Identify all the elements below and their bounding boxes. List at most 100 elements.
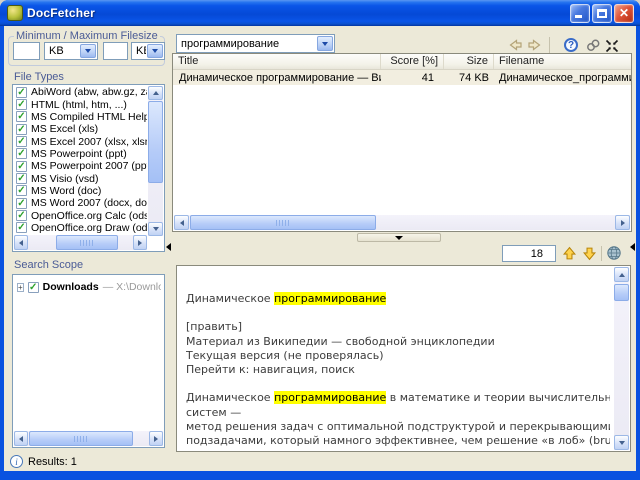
file-type-item[interactable]: ✓HTML (html, htm, ...) (14, 98, 147, 110)
scroll-down-icon[interactable] (614, 435, 629, 450)
file-type-item[interactable]: ✓MS Compiled HTML Help (chm) (14, 111, 147, 123)
search-input[interactable] (177, 38, 316, 50)
file-type-label: OpenOffice.org Draw (odg, (31, 222, 147, 234)
file-type-item[interactable]: ✓MS Excel (xls) (14, 123, 147, 135)
splitter-collapse-button[interactable] (357, 233, 441, 242)
back-icon[interactable] (507, 37, 523, 53)
preview-segment: Материал из Википедии — свободной энцикл… (186, 335, 495, 348)
chevron-down-icon[interactable] (147, 44, 163, 58)
scrollbar-thumb[interactable] (190, 215, 376, 230)
file-types-listbox[interactable]: ✓ AbiWord (abw, abw.gz, zabw)✓HTML (html,… (12, 84, 165, 252)
checkbox-checked-icon[interactable]: ✓ (16, 185, 27, 196)
file-type-item[interactable]: ✓MS Powerpoint 2007 (pptx, (14, 160, 147, 172)
chevron-down-icon[interactable] (317, 36, 333, 51)
results-hscrollbar[interactable] (174, 215, 630, 230)
checkbox-checked-icon[interactable]: ✓ (16, 87, 27, 98)
column-header-filename[interactable]: Filename (494, 54, 631, 69)
max-filesize-input[interactable] (103, 42, 128, 60)
results-table[interactable]: Title Score [%] Size Filename Динамическ… (172, 53, 632, 232)
checkbox-checked-icon[interactable]: ✓ (16, 222, 27, 233)
checkbox-checked-icon[interactable]: ✓ (16, 198, 27, 209)
maximize-button[interactable] (592, 4, 612, 23)
scroll-left-icon[interactable] (174, 215, 189, 230)
min-filesize-input[interactable] (13, 42, 40, 60)
file-type-item[interactable]: ✓OpenOffice.org Calc (ods, (14, 209, 147, 221)
scroll-left-icon[interactable] (14, 235, 28, 250)
search-scope-hscrollbar[interactable] (14, 431, 163, 446)
window-title: DocFetcher (27, 6, 95, 20)
file-type-item[interactable]: ✓ OpenOffice.org Draw (odg, (14, 222, 147, 234)
scrollbar-thumb[interactable] (614, 284, 629, 301)
help-icon[interactable]: ? (564, 38, 578, 52)
preview-line: Текущая версия (не проверялась) (186, 349, 610, 363)
file-type-item[interactable]: ✓MS Powerpoint (ppt) (14, 148, 147, 160)
file-type-item[interactable]: ✓MS Visio (vsd) (14, 172, 147, 184)
scroll-down-icon[interactable] (148, 222, 163, 236)
scrollbar-thumb[interactable] (29, 431, 133, 446)
scroll-up-icon[interactable] (148, 86, 163, 100)
close-button[interactable]: ✕ (614, 4, 634, 23)
scrollbar-thumb[interactable] (56, 235, 118, 250)
sash-collapse-right-icon[interactable] (630, 243, 635, 251)
checkbox-checked-icon[interactable]: ✓ (16, 161, 27, 172)
previous-occurrence-icon[interactable] (562, 246, 577, 261)
checkbox-checked-icon[interactable]: ✓ (16, 173, 27, 184)
file-type-label: AbiWord (abw, abw.gz, zabw) (31, 86, 147, 98)
file-type-item[interactable]: ✓MS Excel 2007 (xlsx, xlsm) (14, 135, 147, 147)
minimize-to-tray-icon[interactable] (604, 38, 620, 54)
forward-icon[interactable] (527, 37, 543, 53)
titlebar[interactable]: DocFetcher ✕ (0, 0, 640, 26)
checkbox-checked-icon[interactable]: ✓ (16, 111, 27, 122)
scroll-right-icon[interactable] (133, 235, 147, 250)
scrollbar-thumb[interactable] (148, 101, 163, 183)
search-combo[interactable] (176, 34, 335, 53)
column-header-size[interactable]: Size (444, 54, 494, 69)
scroll-left-icon[interactable] (14, 431, 28, 446)
checkbox-checked-icon[interactable]: ✓ (16, 136, 27, 147)
tree-item-downloads[interactable]: + ✓ Downloads — X:\Downloads (17, 281, 161, 293)
highlighted-term: программирование (274, 292, 386, 305)
file-types-vscrollbar[interactable] (148, 86, 163, 236)
scroll-right-icon[interactable] (615, 215, 630, 230)
toolbar-separator (549, 37, 550, 53)
checkbox-checked-icon[interactable]: ✓ (16, 124, 27, 135)
scope-folder-label: Downloads (43, 281, 99, 293)
file-type-item[interactable]: ✓MS Word (doc) (14, 185, 147, 197)
preview-segment: [править] (186, 320, 242, 333)
preview-line: метод решения задач с оптимальной подстр… (186, 420, 610, 434)
file-type-item[interactable]: ✓MS Word 2007 (docx, docm (14, 197, 147, 209)
table-header[interactable]: Title Score [%] Size Filename (173, 54, 631, 70)
chevron-down-icon[interactable] (80, 44, 96, 58)
preview-line: Перейти к: навигация, поиск (186, 363, 610, 377)
link-icon[interactable] (585, 38, 601, 54)
chevron-down-icon (395, 236, 403, 240)
checkbox-checked-icon[interactable]: ✓ (16, 210, 27, 221)
preview-vscrollbar[interactable] (614, 267, 629, 450)
checkbox-checked-icon[interactable]: ✓ (16, 99, 27, 110)
globe-icon[interactable] (606, 245, 622, 261)
tree-expander-icon[interactable]: + (17, 283, 24, 292)
checkbox-checked-icon[interactable]: ✓ (28, 282, 39, 293)
highlighted-term: программирование (274, 391, 386, 404)
search-scope-tree[interactable]: + ✓ Downloads — X:\Downloads (12, 274, 165, 448)
preview-pane[interactable]: Динамическое программирование [править] Ма… (176, 265, 631, 452)
min-filesize-unit-combo[interactable]: KB (44, 42, 98, 60)
column-header-title[interactable]: Title (173, 54, 381, 69)
minimize-button[interactable] (570, 4, 590, 23)
sash-collapse-left-icon[interactable] (166, 243, 171, 251)
scroll-up-icon[interactable] (614, 267, 629, 282)
file-type-item[interactable]: ✓ AbiWord (abw, abw.gz, zabw) (14, 86, 147, 98)
result-title: Динамическое программирование — Вики... (179, 72, 381, 84)
occurrence-counter-field[interactable] (502, 245, 556, 262)
next-occurrence-icon[interactable] (582, 246, 597, 261)
min-unit-value: KB (45, 45, 79, 57)
result-filename: Динамическое_программирование (494, 72, 631, 84)
preview-line: Динамическое программирование (186, 292, 610, 306)
scroll-right-icon[interactable] (149, 431, 163, 446)
table-row[interactable]: Динамическое программирование — Вики...4… (173, 70, 631, 85)
column-header-score[interactable]: Score [%] (381, 54, 444, 69)
max-filesize-unit-combo[interactable]: KB (131, 42, 165, 60)
checkbox-checked-icon[interactable]: ✓ (16, 148, 27, 159)
file-types-hscrollbar[interactable] (14, 235, 147, 250)
info-icon: i (10, 455, 23, 468)
